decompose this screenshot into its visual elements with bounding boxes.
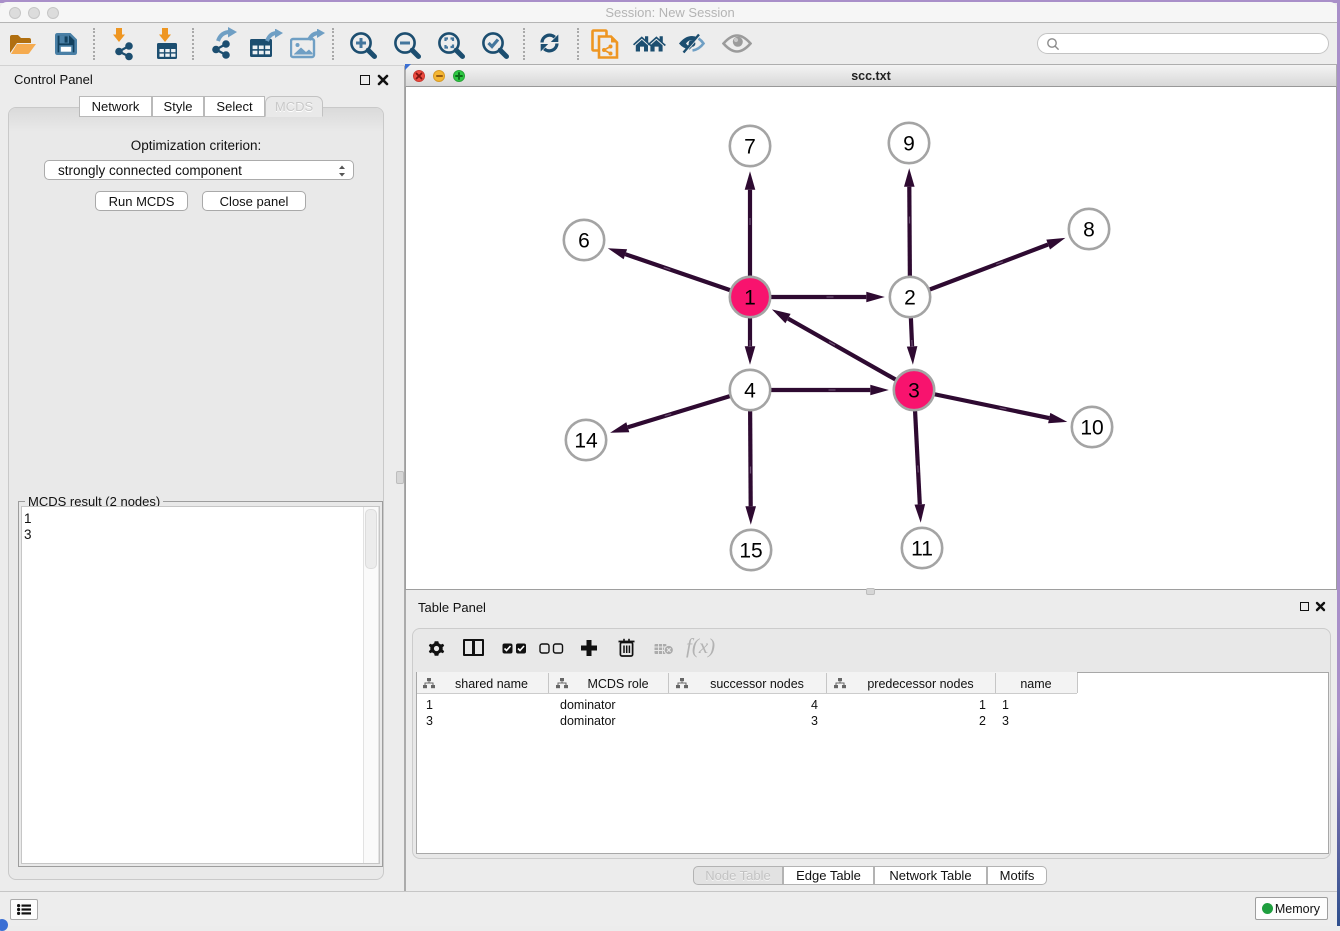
svg-text:15: 15 xyxy=(739,540,762,563)
svg-text:8: 8 xyxy=(1083,219,1095,242)
svg-text:3: 3 xyxy=(908,380,920,403)
svg-text:4: 4 xyxy=(744,380,756,403)
svg-text:6: 6 xyxy=(578,230,590,253)
svg-text:14: 14 xyxy=(574,430,598,453)
svg-text:10: 10 xyxy=(1080,417,1103,440)
svg-text:9: 9 xyxy=(903,133,915,156)
svg-text:1: 1 xyxy=(744,287,756,310)
svg-text:2: 2 xyxy=(904,287,916,310)
svg-text:7: 7 xyxy=(744,136,756,159)
svg-text:11: 11 xyxy=(911,538,933,561)
